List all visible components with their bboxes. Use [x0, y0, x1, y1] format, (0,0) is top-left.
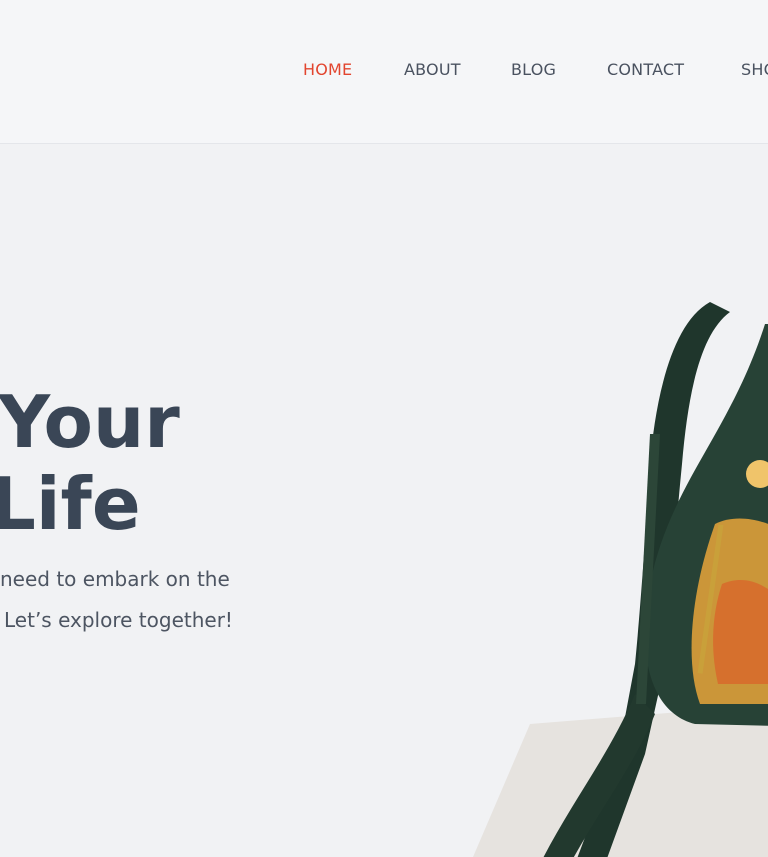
- nav-home[interactable]: HOME: [303, 60, 352, 79]
- main-navigation: HOME ABOUT BLOG CONTACT SHO: [0, 60, 768, 84]
- hero-headline-line2: Life: [0, 462, 141, 546]
- drawstring-bag-illustration: [473, 302, 768, 857]
- nav-contact[interactable]: CONTACT: [607, 60, 684, 79]
- nav-shop[interactable]: SHO: [741, 60, 768, 79]
- artwork-detail-shape: [713, 580, 768, 684]
- nav-about[interactable]: ABOUT: [404, 60, 461, 79]
- hero-subtitle-line2: Let’s explore together!: [4, 608, 233, 632]
- hero-headline-line1: Your: [0, 380, 180, 464]
- hero-subtitle-line1: need to embark on the: [0, 567, 230, 591]
- hero-section: Your Life need to embark on the Let’s ex…: [0, 144, 768, 857]
- product-image: [460, 284, 768, 857]
- site-header: HOME ABOUT BLOG CONTACT SHO: [0, 0, 768, 144]
- nav-blog[interactable]: BLOG: [511, 60, 556, 79]
